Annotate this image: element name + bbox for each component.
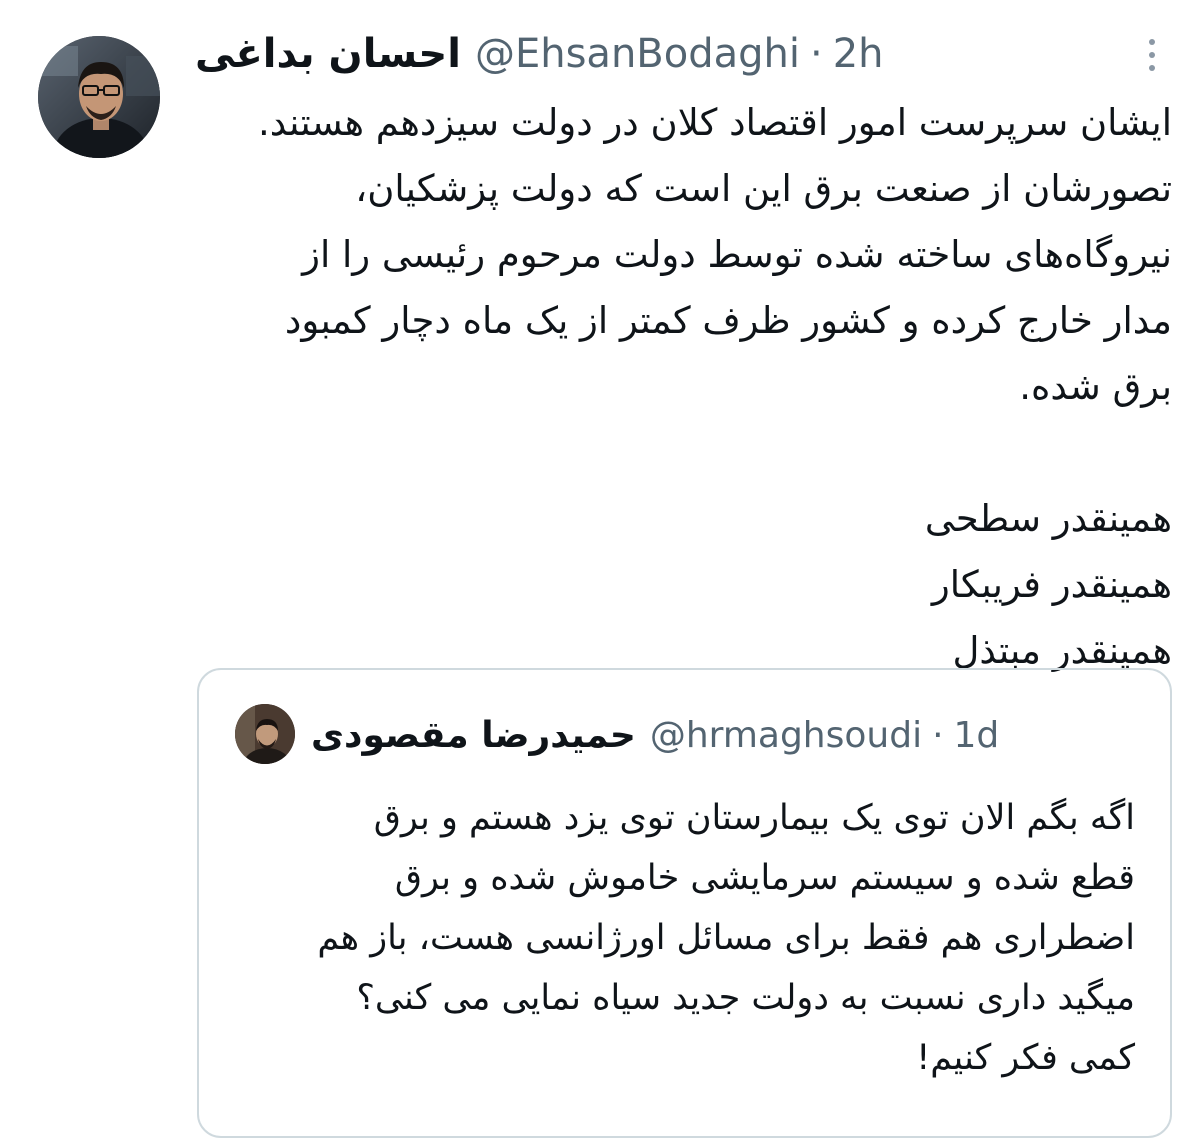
author-avatar[interactable] bbox=[38, 36, 160, 158]
tweet-body: ایشان سرپرست امور اقتصاد کلان در دولت سی… bbox=[257, 101, 1172, 672]
quoted-tweet-header: حمیدرضا مقصودی @hrmaghsoudi · 1d bbox=[311, 710, 1151, 760]
more-dot bbox=[1149, 39, 1155, 45]
author-display-name[interactable]: احسان بداغی bbox=[195, 31, 461, 77]
quoted-tweet[interactable]: حمیدرضا مقصودی @hrmaghsoudi · 1d اگه بگم… bbox=[197, 668, 1172, 1138]
more-dot bbox=[1149, 65, 1155, 71]
more-vertical-icon[interactable] bbox=[1136, 30, 1168, 80]
quoted-tweet-body: اگه بگم الان توی یک بیمارستان توی یزد هس… bbox=[317, 798, 1135, 1078]
separator-dot: · bbox=[809, 31, 823, 77]
tweet-card[interactable]: احسان بداغی @EhsanBodaghi · 2h ایشان سرپ… bbox=[0, 0, 1190, 1138]
quoted-author-handle[interactable]: @hrmaghsoudi bbox=[650, 715, 922, 756]
tweet-timestamp[interactable]: 2h bbox=[833, 31, 884, 77]
quoted-tweet-timestamp[interactable]: 1d bbox=[954, 715, 1000, 756]
author-handle[interactable]: @EhsanBodaghi bbox=[475, 31, 800, 77]
separator-dot: · bbox=[932, 714, 944, 756]
more-dot bbox=[1149, 52, 1155, 58]
quoted-author-avatar[interactable] bbox=[235, 704, 295, 764]
quoted-author-display-name[interactable]: حمیدرضا مقصودی bbox=[311, 715, 636, 756]
tweet-header: احسان بداغی @EhsanBodaghi · 2h bbox=[195, 28, 1115, 80]
